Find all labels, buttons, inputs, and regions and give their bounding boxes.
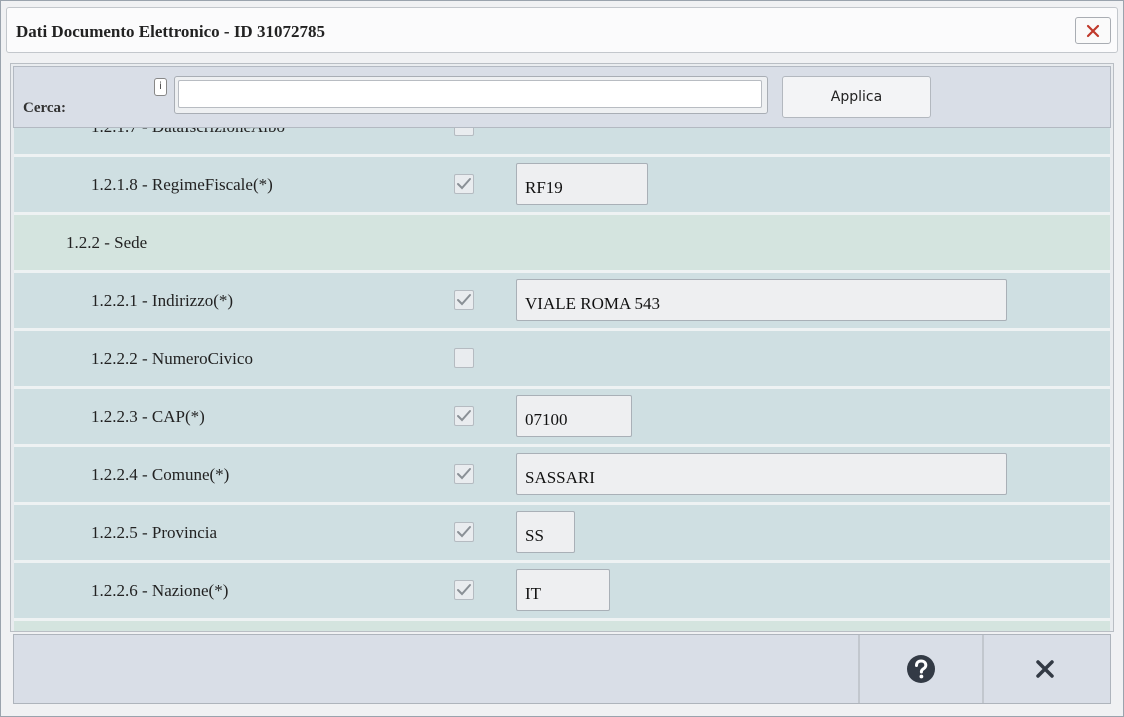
question-circle-icon [907,655,935,683]
field-checkbox[interactable] [454,522,474,542]
field-checkbox[interactable] [454,290,474,310]
field-label: 1.2.2.1 - Indirizzo(*) [91,291,234,310]
field-value-input[interactable]: SS [516,511,575,553]
field-row: 1.2.2.6 - Nazione(*) IT [14,563,1110,621]
field-label: 1.2.2.2 - NumeroCivico [91,349,253,368]
field-label: 1.2.2.6 - Nazione(*) [91,581,229,600]
search-bar: Cerca: i Applica [13,66,1111,128]
check-icon [457,468,471,480]
group-row [14,621,1110,631]
field-row: 1.2.2.4 - Comune(*) SASSARI [14,447,1110,505]
content-panel: Cerca: i Applica 1.2.1.7 - DataIscrizion… [10,63,1114,632]
close-button[interactable] [982,635,1106,703]
footer-toolbar [13,634,1111,704]
field-value-input[interactable]: 07100 [516,395,632,437]
field-row: 1.2.2.2 - NumeroCivico [14,331,1110,389]
field-row: 1.2.2.1 - Indirizzo(*) VIALE ROMA 543 [14,273,1110,331]
field-value-input[interactable]: VIALE ROMA 543 [516,279,1007,321]
search-label: Cerca: [23,100,67,116]
check-icon [457,294,471,306]
field-checkbox[interactable] [454,174,474,194]
help-button[interactable] [858,635,982,703]
field-list: 1.2.1.7 - DataIscrizioneAlbo1.2.1.8 - Re… [14,99,1110,631]
check-icon [457,584,471,596]
field-row: 1.2.2.5 - Provincia SS [14,505,1110,563]
field-checkbox[interactable] [454,580,474,600]
close-x-icon [1036,660,1054,678]
check-icon [457,526,471,538]
search-input-frame [174,76,768,114]
field-checkbox[interactable] [454,464,474,484]
field-value-input[interactable]: RF19 [516,163,648,205]
search-input[interactable] [178,80,762,108]
field-value-input[interactable]: SASSARI [516,453,1007,495]
window-title: Dati Documento Elettronico - ID 31072785 [16,22,325,41]
check-icon [457,410,471,422]
info-icon[interactable]: i [154,78,167,96]
field-label: 1.2.2.4 - Comune(*) [91,465,230,484]
field-checkbox[interactable] [454,348,474,368]
field-row: 1.2.1.8 - RegimeFiscale(*) RF19 [14,157,1110,215]
field-value-input[interactable]: IT [516,569,610,611]
field-label: 1.2.2.5 - Provincia [91,523,218,542]
field-checkbox[interactable] [454,406,474,426]
close-icon [1086,24,1100,37]
dialog-window: Dati Documento Elettronico - ID 31072785… [0,0,1124,717]
title-bar: Dati Documento Elettronico - ID 31072785 [6,7,1118,53]
field-row: 1.2.2.3 - CAP(*) 07100 [14,389,1110,447]
title-close-button[interactable] [1075,17,1111,44]
group-row: 1.2.2 - Sede [14,215,1110,273]
group-label: 1.2.2 - Sede [66,233,148,252]
apply-button[interactable]: Applica [782,76,931,118]
field-label: 1.2.1.8 - RegimeFiscale(*) [91,175,273,194]
field-label: 1.2.2.3 - CAP(*) [91,407,205,426]
check-icon [457,178,471,190]
